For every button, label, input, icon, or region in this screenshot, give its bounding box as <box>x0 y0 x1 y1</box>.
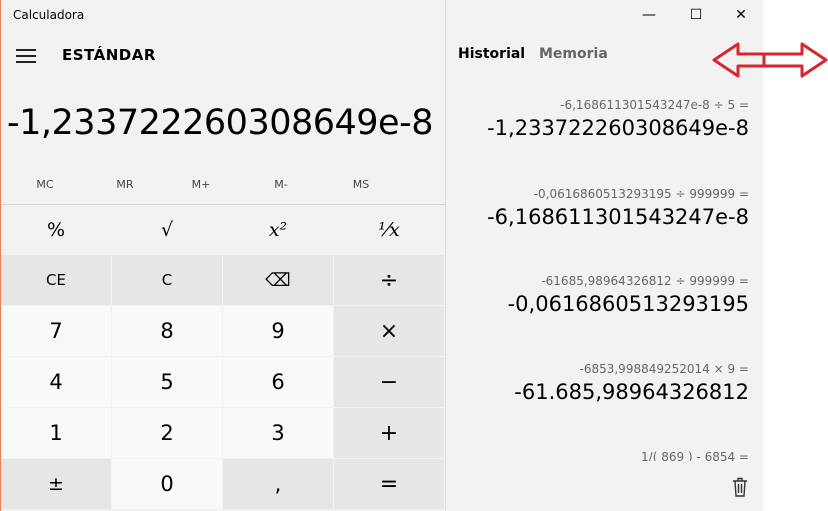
keypad-row-5: ± 0 , = <box>1 459 445 509</box>
trash-icon[interactable] <box>730 476 750 498</box>
hamburger-icon[interactable] <box>16 49 36 63</box>
mc-button[interactable]: MC <box>1 178 89 191</box>
history-result: -6,168611301543247e-8 <box>487 205 749 229</box>
keypad-row-3: 4 5 6 − <box>1 357 445 407</box>
keypad-row-4: 1 2 3 + <box>1 408 445 458</box>
divide-button[interactable]: ÷ <box>334 255 444 305</box>
maximize-button[interactable]: ☐ <box>673 3 719 27</box>
mode-title: ESTÁNDAR <box>62 46 156 64</box>
history-expression: -6,168611301543247e-8 ÷ 5 = <box>560 98 749 112</box>
square-button[interactable]: x² <box>223 205 333 255</box>
history-entry[interactable]: -61685,98964326812 ÷ 999999 = -0,0616860… <box>508 274 749 316</box>
keypad-row-1: CE C ⌫ ÷ <box>1 255 445 305</box>
equals-button[interactable]: = <box>334 459 444 509</box>
digit-3-button[interactable]: 3 <box>223 408 333 458</box>
window-title: Calculadora <box>13 8 85 22</box>
digit-4-button[interactable]: 4 <box>1 357 111 407</box>
keypad-row-2: 7 8 9 × <box>1 306 445 356</box>
m-minus-button[interactable]: M- <box>237 178 325 191</box>
history-expression: -6853,998849252014 × 9 = <box>579 362 750 376</box>
ms-button[interactable]: MS <box>317 178 405 191</box>
history-expression: -0,0616860513293195 ÷ 999999 = <box>533 187 749 201</box>
subtract-button[interactable]: − <box>334 357 444 407</box>
history-entry[interactable]: -6,168611301543247e-8 ÷ 5 = -1,233722260… <box>487 98 749 140</box>
tab-history[interactable]: Historial <box>458 46 525 62</box>
history-entry-partial[interactable]: 1/( 869 ) - 6854 = <box>641 450 749 461</box>
ce-button[interactable]: CE <box>1 255 111 305</box>
digit-1-button[interactable]: 1 <box>1 408 111 458</box>
minimize-button[interactable]: — <box>626 3 672 27</box>
digit-8-button[interactable]: 8 <box>112 306 222 356</box>
m-plus-button[interactable]: M+ <box>157 178 245 191</box>
history-entry[interactable]: -0,0616860513293195 ÷ 999999 = -6,168611… <box>487 187 749 229</box>
percent-button[interactable]: % <box>1 205 111 255</box>
reciprocal-button[interactable]: ¹⁄x <box>334 205 444 255</box>
digit-0-button[interactable]: 0 <box>112 459 222 509</box>
add-button[interactable]: + <box>334 408 444 458</box>
multiply-button[interactable]: × <box>334 306 444 356</box>
digit-9-button[interactable]: 9 <box>223 306 333 356</box>
digit-5-button[interactable]: 5 <box>112 357 222 407</box>
history-expression: -61685,98964326812 ÷ 999999 = <box>541 274 749 288</box>
history-result: -1,233722260308649e-8 <box>487 116 749 140</box>
history-result: -61.685,98964326812 <box>514 380 749 404</box>
history-expression: 1/( 869 ) - 6854 = <box>641 450 749 461</box>
result-display: -1,233722260308649e-8 <box>7 103 433 143</box>
double-arrow-icon <box>712 42 828 78</box>
c-button[interactable]: C <box>112 255 222 305</box>
keypad-row-functions: % √ x² ¹⁄x <box>1 204 445 254</box>
negate-button[interactable]: ± <box>1 459 111 509</box>
calculator-window: Calculadora ESTÁNDAR -1,233722260308649e… <box>0 0 763 511</box>
memory-row: MC MR M+ M- MS <box>1 178 445 198</box>
digit-6-button[interactable]: 6 <box>223 357 333 407</box>
mr-button[interactable]: MR <box>81 178 169 191</box>
digit-2-button[interactable]: 2 <box>112 408 222 458</box>
backspace-button[interactable]: ⌫ <box>223 255 333 305</box>
history-result: -0,0616860513293195 <box>507 292 749 316</box>
keypad: % √ x² ¹⁄x CE C ⌫ ÷ 7 8 9 × 4 5 6 − 1 2 … <box>1 204 445 511</box>
calculator-panel: Calculadora ESTÁNDAR -1,233722260308649e… <box>0 0 445 511</box>
close-button[interactable]: ✕ <box>718 3 764 27</box>
sqrt-button[interactable]: √ <box>112 205 222 255</box>
history-entry[interactable]: -6853,998849252014 × 9 = -61.685,9896432… <box>514 362 749 404</box>
tab-memory[interactable]: Memoria <box>539 46 608 62</box>
digit-7-button[interactable]: 7 <box>1 306 111 356</box>
decimal-button[interactable]: , <box>223 459 333 509</box>
